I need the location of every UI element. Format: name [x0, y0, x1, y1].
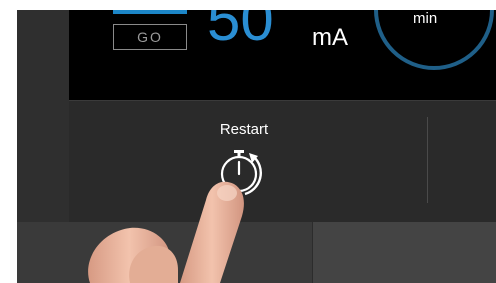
lower-bezel-right: [312, 222, 496, 283]
current-value: 50: [207, 10, 274, 53]
status-display: GO 50 mA min: [69, 10, 496, 101]
panel-divider: [427, 117, 428, 203]
timer-unit: min: [413, 10, 438, 27]
current-unit: mA: [312, 24, 348, 51]
go-button[interactable]: GO: [113, 24, 187, 50]
pointing-finger-image: [88, 181, 244, 283]
go-button-label: GO: [137, 29, 163, 45]
go-indicator-bar: [113, 10, 187, 14]
restart-label: Restart: [219, 121, 269, 138]
